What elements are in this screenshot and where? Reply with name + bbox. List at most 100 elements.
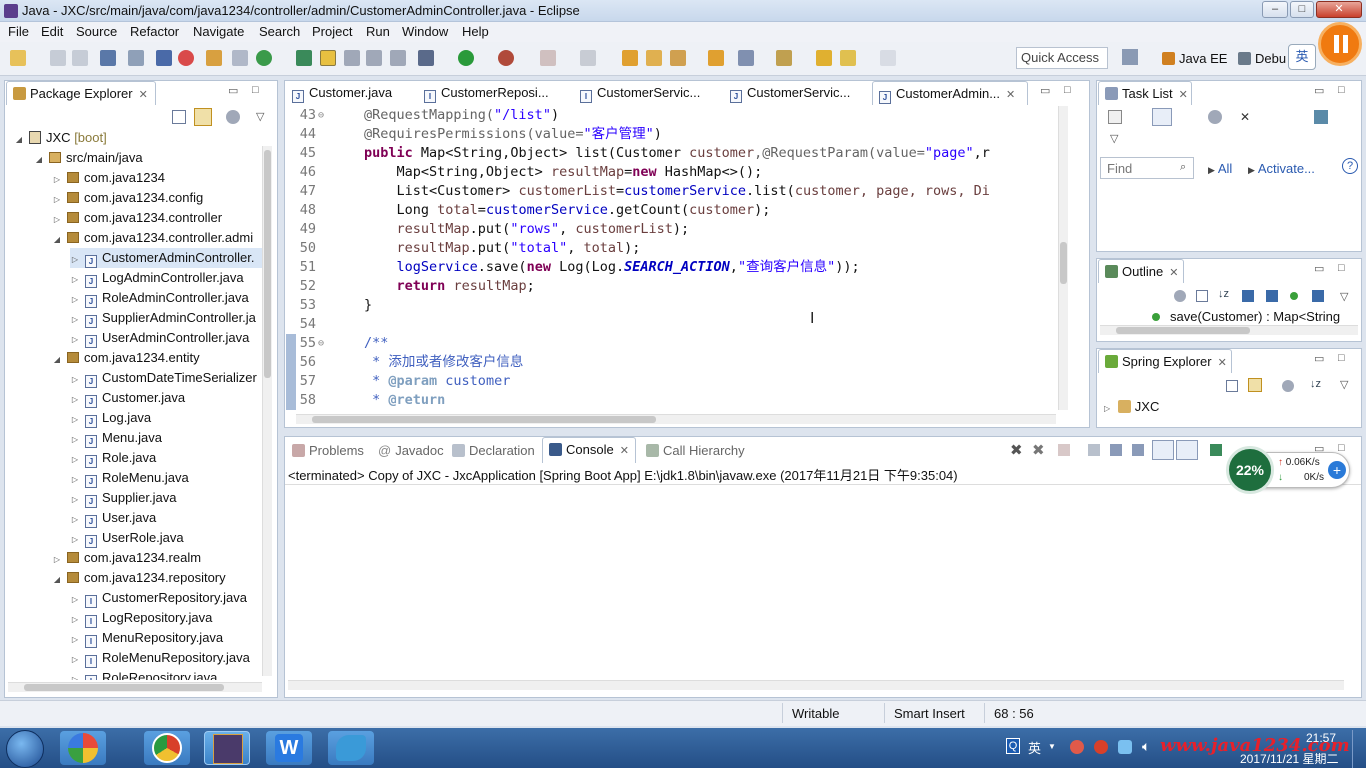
maximize-button[interactable]: □	[1290, 1, 1314, 18]
editor-horizontal-scrollbar[interactable]	[296, 414, 1056, 424]
taskbar-app-chrome[interactable]	[144, 731, 190, 765]
view-menu-icon[interactable]: ▽	[1340, 378, 1348, 391]
outline-horizontal-scrollbar[interactable]	[1100, 325, 1358, 335]
tree-item-package[interactable]: ▷ com.java1234.config	[52, 188, 203, 208]
terminate-icon[interactable]	[1058, 444, 1070, 456]
tree-item-file[interactable]: ▷ J RoleMenu.java	[70, 468, 189, 488]
run-icon[interactable]	[458, 50, 474, 66]
minimize-view-icon[interactable]: ▭	[1314, 352, 1324, 365]
filter-icon[interactable]	[226, 110, 240, 124]
prev-annotation-icon[interactable]	[776, 50, 792, 66]
close-icon[interactable]: ✕	[1179, 88, 1188, 101]
tree-item-file[interactable]: ▷ J Menu.java	[70, 428, 162, 448]
tree-item-file[interactable]: ▷ J Role.java	[70, 448, 156, 468]
tree-item-package[interactable]: ◢ com.java1234.repository	[52, 568, 226, 588]
editor-tab[interactable]: I CustomerServic...	[574, 81, 706, 105]
tab-call-hierarchy[interactable]: Call Hierarchy	[640, 439, 751, 463]
format-icon[interactable]	[344, 50, 360, 66]
close-icon[interactable]: ✕	[1169, 266, 1178, 279]
tree-item-file[interactable]: ▷IRoleRepository.java	[70, 668, 217, 680]
focus-icon[interactable]	[1174, 290, 1186, 302]
open-folder-icon[interactable]	[622, 50, 638, 66]
collapse-all-icon[interactable]	[172, 110, 186, 124]
tree-item-file[interactable]: ▷ I RoleMenuRepository.java	[70, 648, 250, 668]
close-icon[interactable]: ✕	[139, 88, 148, 101]
menu-file[interactable]: File	[8, 24, 29, 39]
save-icon[interactable]	[50, 50, 66, 66]
filter-icon[interactable]	[1282, 380, 1294, 392]
maximize-view-icon[interactable]: □	[252, 84, 259, 96]
tab-javadoc[interactable]: @ Javadoc	[372, 439, 450, 463]
fold-icon[interactable]: ⊖	[318, 106, 324, 125]
menu-help[interactable]: Help	[462, 24, 489, 39]
search-tool-icon[interactable]	[670, 50, 686, 66]
tree-item-package[interactable]: ◢ com.java1234.controller.admi	[52, 228, 253, 248]
task-all-link[interactable]: ▶ All	[1208, 161, 1232, 176]
tree-item-file[interactable]: ▷ J Supplier.java	[70, 488, 176, 508]
tab-task-list[interactable]: Task List ✕	[1098, 81, 1192, 105]
tree-item-file[interactable]: ▷ J Log.java	[70, 408, 151, 428]
filter-icon[interactable]	[1208, 110, 1222, 124]
tree-item-package[interactable]: ◢ com.java1234.entity	[52, 348, 200, 368]
tree-item-package[interactable]: ▷ com.java1234.realm	[52, 548, 201, 568]
last-edit-icon[interactable]	[816, 50, 832, 66]
tray-network-icon[interactable]	[1118, 740, 1132, 754]
toggle-mark-icon[interactable]	[156, 50, 172, 66]
add-icon[interactable]: +	[1328, 461, 1346, 479]
task-activate-link[interactable]: ▶ Activate...	[1248, 161, 1315, 176]
perspective-debug[interactable]: Debu	[1238, 51, 1286, 66]
hide-nonpublic-icon[interactable]	[1290, 292, 1298, 300]
tree-item-file[interactable]: ▷ J SupplierAdminController.ja	[70, 308, 256, 328]
sort-icon[interactable]: ↓z	[1310, 378, 1321, 390]
menu-run[interactable]: Run	[366, 24, 390, 39]
tray-security-icon[interactable]	[1094, 740, 1108, 754]
collapse-all-icon[interactable]	[1196, 290, 1208, 302]
taskbar-app-wps[interactable]: W	[266, 731, 312, 765]
back-icon[interactable]	[840, 50, 856, 66]
tree-item-file-selected[interactable]: ▷ J CustomerAdminController.	[70, 248, 262, 268]
tree-vertical-scrollbar[interactable]	[262, 146, 272, 676]
tab-declaration[interactable]: Declaration	[446, 439, 541, 463]
tree-item-file[interactable]: ▷ J LogAdminController.java	[70, 268, 244, 288]
delete-completed-icon[interactable]: ✕	[1240, 110, 1254, 124]
server-icon[interactable]	[206, 50, 222, 66]
spring-tree-item[interactable]: ▷ JXC	[1104, 399, 1159, 414]
menu-source[interactable]: Source	[76, 24, 117, 39]
menu-window[interactable]: Window	[402, 24, 448, 39]
link-editor-icon[interactable]	[1248, 378, 1262, 392]
close-icon[interactable]: ✕	[1006, 88, 1015, 101]
view-menu-icon[interactable]: ▽	[1110, 132, 1118, 145]
debug-icon[interactable]	[418, 50, 434, 66]
help-icon[interactable]: ?	[1342, 158, 1358, 174]
tree-item-file[interactable]: ▷ J UserAdminController.java	[70, 328, 249, 348]
hide-fields-icon[interactable]	[1242, 290, 1254, 302]
close-icon[interactable]: ✕	[620, 444, 629, 457]
open-perspective-icon[interactable]	[1122, 49, 1138, 65]
disconnect-icon[interactable]	[580, 50, 596, 66]
tree-item-file[interactable]: ▷ I LogRepository.java	[70, 608, 212, 628]
taskbar-app-mysql[interactable]	[328, 731, 374, 765]
ime-dropdown-icon[interactable]: ▼	[1048, 742, 1056, 751]
minimize-view-icon[interactable]: ▭	[1040, 84, 1050, 97]
tree-item-file[interactable]: ▷ J UserRole.java	[70, 528, 184, 548]
minimize-view-icon[interactable]: ▭	[1314, 84, 1324, 97]
ime-q-icon[interactable]: Q	[1006, 738, 1020, 754]
tree-item-src[interactable]: ◢ src/main/java	[34, 148, 143, 168]
open-type-icon[interactable]	[296, 50, 312, 66]
view-menu-icon[interactable]: ▽	[256, 110, 264, 123]
editor-tab[interactable]: I CustomerReposi...	[418, 81, 555, 105]
project-icon[interactable]	[232, 50, 248, 66]
menu-search[interactable]: Search	[259, 24, 300, 39]
code-editor[interactable]: 43 ⊖ @RequestMapping("/list") 44 @RequiresP…	[286, 106, 1056, 408]
browser-icon[interactable]	[178, 50, 194, 66]
maximize-view-icon[interactable]: □	[1064, 84, 1071, 96]
tree-horizontal-scrollbar[interactable]	[8, 682, 262, 692]
block-select-icon[interactable]	[390, 50, 406, 66]
show-stdout-icon[interactable]	[1152, 440, 1174, 460]
next-annotation-icon[interactable]	[738, 50, 754, 66]
open-task-icon[interactable]	[646, 50, 662, 66]
new-icon[interactable]	[10, 50, 26, 66]
scroll-lock-icon[interactable]	[1110, 444, 1122, 456]
save-all-icon[interactable]	[72, 50, 88, 66]
fold-icon[interactable]: ⊖	[318, 334, 324, 353]
